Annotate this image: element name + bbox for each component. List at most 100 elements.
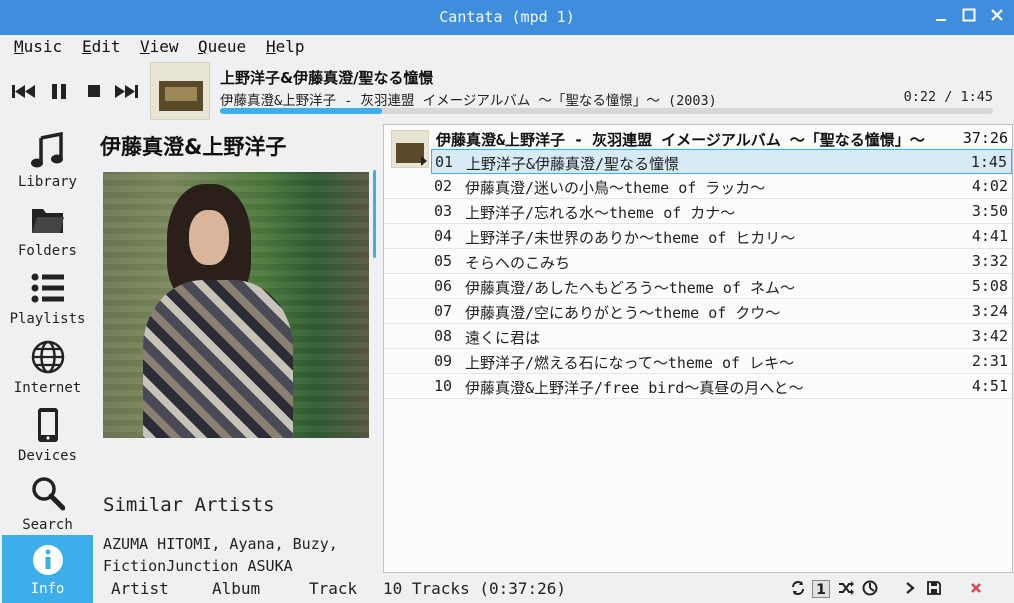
now-playing-title: 上野洋子&伊藤真澄/聖なる憧憬 [220, 69, 434, 87]
sidebar-item-devices[interactable]: Devices [2, 402, 93, 470]
similar-artists-line[interactable]: AZUMA HITOMI, Ayana, Buzy, [103, 533, 338, 555]
track-duration: 4:51 [971, 377, 1008, 395]
table-row[interactable]: 07 伊藤真澄/空にありがとう〜theme of クウ〜 3:24 [384, 299, 1012, 324]
track-title: 上野洋子&伊藤真澄/聖なる憧憬 [466, 155, 680, 173]
menu-queue[interactable]: Queue [198, 37, 246, 56]
sidebar-item-label: Playlists [9, 311, 86, 327]
list-icon [31, 273, 64, 303]
table-row[interactable]: 01 上野洋子&伊藤真澄/聖なる憧憬 1:45 [431, 149, 1012, 174]
remove-icon[interactable] [967, 580, 985, 598]
track-title: 伊藤真澄/あしたへもどろう〜theme of ネム〜 [465, 279, 796, 297]
table-row[interactable]: 03 上野洋子/忘れる水〜theme of カナ〜 3:50 [384, 199, 1012, 224]
shuffle-icon[interactable] [837, 580, 855, 598]
chevron-right-icon[interactable] [901, 580, 919, 598]
track-title: 上野洋子/燃える石になって〜theme of レキ〜 [465, 354, 795, 372]
tab-track[interactable]: Track [309, 579, 357, 598]
single-mode-toggle[interactable]: 1 [812, 580, 830, 598]
menu-help[interactable]: Help [266, 37, 305, 56]
now-playing-time: 0:22 / 1:45 [903, 89, 993, 105]
queue-summary: 10 Tracks (0:37:26) [383, 579, 567, 598]
progress-fill [220, 108, 383, 114]
maximize-icon[interactable] [958, 6, 980, 28]
track-title: 遠くに君は [465, 329, 541, 347]
sidebar-item-label: Search [22, 517, 73, 533]
sidebar-item-label: Internet [13, 380, 82, 396]
now-playing-subtitle: 伊藤真澄&上野洋子 - 灰羽連盟 イメージアルバム 〜「聖なる憧憬」〜 (200… [220, 93, 717, 109]
consume-icon[interactable] [861, 580, 879, 598]
table-row[interactable]: 05 そらへのこみち 3:32 [384, 249, 1012, 274]
phone-icon [38, 408, 58, 442]
track-duration: 1:45 [970, 153, 1007, 171]
status-bar: Artist Album Track 10 Tracks (0:37:26) 1 [93, 576, 1014, 603]
track-number: 05 [434, 252, 453, 270]
tab-album[interactable]: Album [212, 579, 260, 598]
track-number: 06 [434, 277, 453, 295]
sidebar-item-search[interactable]: Search [2, 471, 93, 539]
table-row[interactable]: 02 伊藤真澄/迷いの小鳥〜theme of ラッカ〜 4:02 [384, 174, 1012, 199]
repeat-icon[interactable] [789, 580, 807, 598]
search-icon [32, 477, 65, 511]
table-row[interactable]: 06 伊藤真澄/あしたへもどろう〜theme of ネム〜 5:08 [384, 274, 1012, 299]
track-duration: 3:42 [971, 327, 1008, 345]
menu-bar: Music Edit View Queue Help [0, 35, 1014, 59]
playing-indicator-icon [421, 156, 427, 166]
info-scrollbar[interactable] [373, 170, 376, 258]
menu-view[interactable]: View [140, 37, 179, 56]
title-bar: Cantata (mpd 1) [0, 0, 1014, 35]
sidebar-item-info[interactable]: Info [2, 535, 93, 603]
sidebar-item-label: Library [17, 174, 77, 190]
track-duration: 5:08 [971, 277, 1008, 295]
sidebar-item-playlists[interactable]: Playlists [2, 265, 93, 333]
table-row[interactable]: 10 伊藤真澄&上野洋子/free bird〜真昼の月へと〜 4:51 [384, 374, 1012, 399]
track-title: そらへのこみち [465, 254, 571, 272]
track-duration: 3:24 [971, 302, 1008, 320]
similar-artists-line[interactable]: FictionJunction ASUKA [103, 555, 338, 573]
album-header-duration: 37:26 [962, 129, 1008, 147]
track-duration: 3:50 [971, 202, 1008, 220]
table-row[interactable]: 09 上野洋子/燃える石になって〜theme of レキ〜 2:31 [384, 349, 1012, 374]
track-number: 07 [434, 302, 453, 320]
track-number: 01 [435, 153, 454, 171]
sidebar: Library Folders Playlists Internet Devic… [0, 128, 93, 603]
sidebar-item-label: Folders [17, 243, 77, 259]
now-playing-cover[interactable] [150, 62, 210, 120]
track-number: 03 [434, 202, 453, 220]
menu-music[interactable]: Music [14, 37, 62, 56]
progress-slider[interactable] [220, 108, 993, 114]
table-row[interactable]: 04 上野洋子/未世界のありか〜theme of ヒカリ〜 4:41 [384, 224, 1012, 249]
track-duration: 4:41 [971, 227, 1008, 245]
table-row[interactable]: 08 遠くに君は 3:42 [384, 324, 1012, 349]
play-queue[interactable]: 伊藤真澄&上野洋子 - 灰羽連盟 イメージアルバム 〜「聖なる憧憬」〜 37:2… [383, 124, 1013, 573]
save-icon[interactable] [925, 580, 943, 598]
track-number: 04 [434, 227, 453, 245]
sidebar-item-folders[interactable]: Folders [2, 197, 93, 265]
similar-artists-list: AZUMA HITOMI, Ayana, Buzy, FictionJuncti… [103, 533, 338, 573]
track-number: 10 [434, 377, 453, 395]
track-title: 伊藤真澄/空にありがとう〜theme of クウ〜 [465, 304, 781, 322]
menu-edit[interactable]: Edit [82, 37, 121, 56]
sidebar-item-label: Devices [17, 448, 77, 464]
next-track-icon[interactable] [113, 80, 139, 102]
artist-photo [103, 172, 369, 438]
artist-name: 伊藤真澄&上野洋子 [100, 135, 287, 159]
track-duration: 4:02 [971, 177, 1008, 195]
track-number: 08 [434, 327, 453, 345]
globe-icon [31, 340, 65, 374]
close-icon[interactable] [986, 6, 1008, 28]
track-title: 伊藤真澄&上野洋子/free bird〜真昼の月へと〜 [465, 379, 804, 397]
info-icon [33, 545, 63, 575]
folder-icon [32, 209, 64, 233]
track-title: 伊藤真澄/迷いの小鳥〜theme of ラッカ〜 [465, 179, 766, 197]
sidebar-item-label: Info [30, 581, 65, 597]
pause-icon[interactable] [49, 80, 69, 102]
previous-track-icon[interactable] [11, 80, 37, 102]
artist-info-panel: 伊藤真澄&上野洋子 Similar Artists AZUMA HITOMI, … [96, 125, 381, 573]
minimize-icon[interactable] [930, 6, 952, 28]
track-number: 09 [434, 352, 453, 370]
track-title: 上野洋子/未世界のありか〜theme of ヒカリ〜 [465, 229, 796, 247]
sidebar-item-library[interactable]: Library [2, 128, 93, 196]
track-title: 上野洋子/忘れる水〜theme of カナ〜 [465, 204, 736, 222]
sidebar-item-internet[interactable]: Internet [2, 334, 93, 402]
stop-icon[interactable] [86, 80, 102, 102]
tab-artist[interactable]: Artist [111, 579, 169, 598]
